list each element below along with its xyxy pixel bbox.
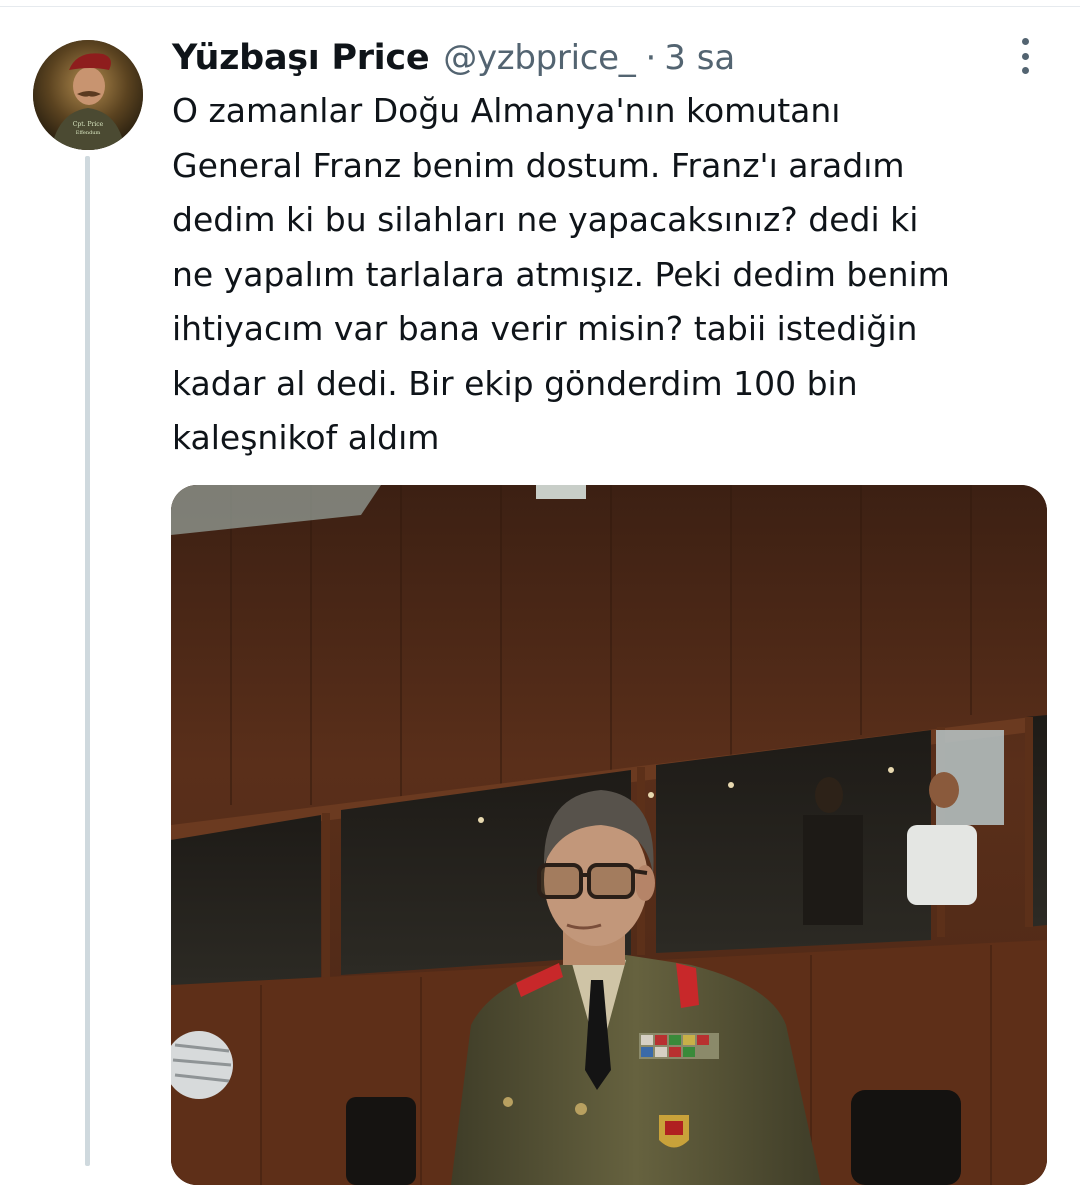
tweet-text-line: kadar al dedi. Bir ekip gönderdim 100 bi… (172, 363, 858, 403)
tweet-text-line: General Franz benim dostum. Franz'ı arad… (172, 145, 905, 185)
tweet-text-line: dedim ki bu silahları ne yapacaksınız? d… (172, 200, 919, 239)
tweet-text-line: O zamanlar Doğu Almanya'nın komutanı (172, 91, 841, 130)
avatar-caption-line-1: Cpt. Price (73, 121, 104, 128)
more-dot (1021, 38, 1029, 45)
tweet-media-photo[interactable] (171, 485, 1047, 1185)
tweet-text-line: ne yapalım tarlalara atmışız. Peki dedim… (172, 254, 950, 294)
top-divider (0, 6, 1080, 7)
author-display-name[interactable]: Yüzbaşı Price (172, 38, 430, 78)
author-avatar[interactable]: Cpt. Price Effendum (33, 40, 143, 150)
more-dot (1021, 67, 1029, 74)
avatar-caption-line-2: Effendum (76, 130, 101, 136)
more-dot (1021, 52, 1029, 60)
photo-illustration (171, 485, 1047, 1185)
header-separator: · (645, 38, 657, 78)
tweet-text-line: kaleşnikof aldım (172, 418, 440, 457)
tweet-text: O zamanlar Doğu Almanya'nın komutanı Gen… (172, 84, 1052, 466)
tweet-header: Yüzbaşı Price @yzbprice_ · 3 sa (172, 33, 735, 83)
author-handle[interactable]: @yzbprice_ (443, 38, 635, 78)
tweet-text-line: ihtiyacım var bana verir misin? tabii is… (172, 309, 918, 348)
tweet-timestamp[interactable]: 3 sa (664, 38, 735, 78)
avatar-image: Cpt. Price Effendum (33, 40, 143, 150)
more-options-icon[interactable] (1008, 38, 1042, 74)
thread-connector-line (85, 156, 90, 1166)
